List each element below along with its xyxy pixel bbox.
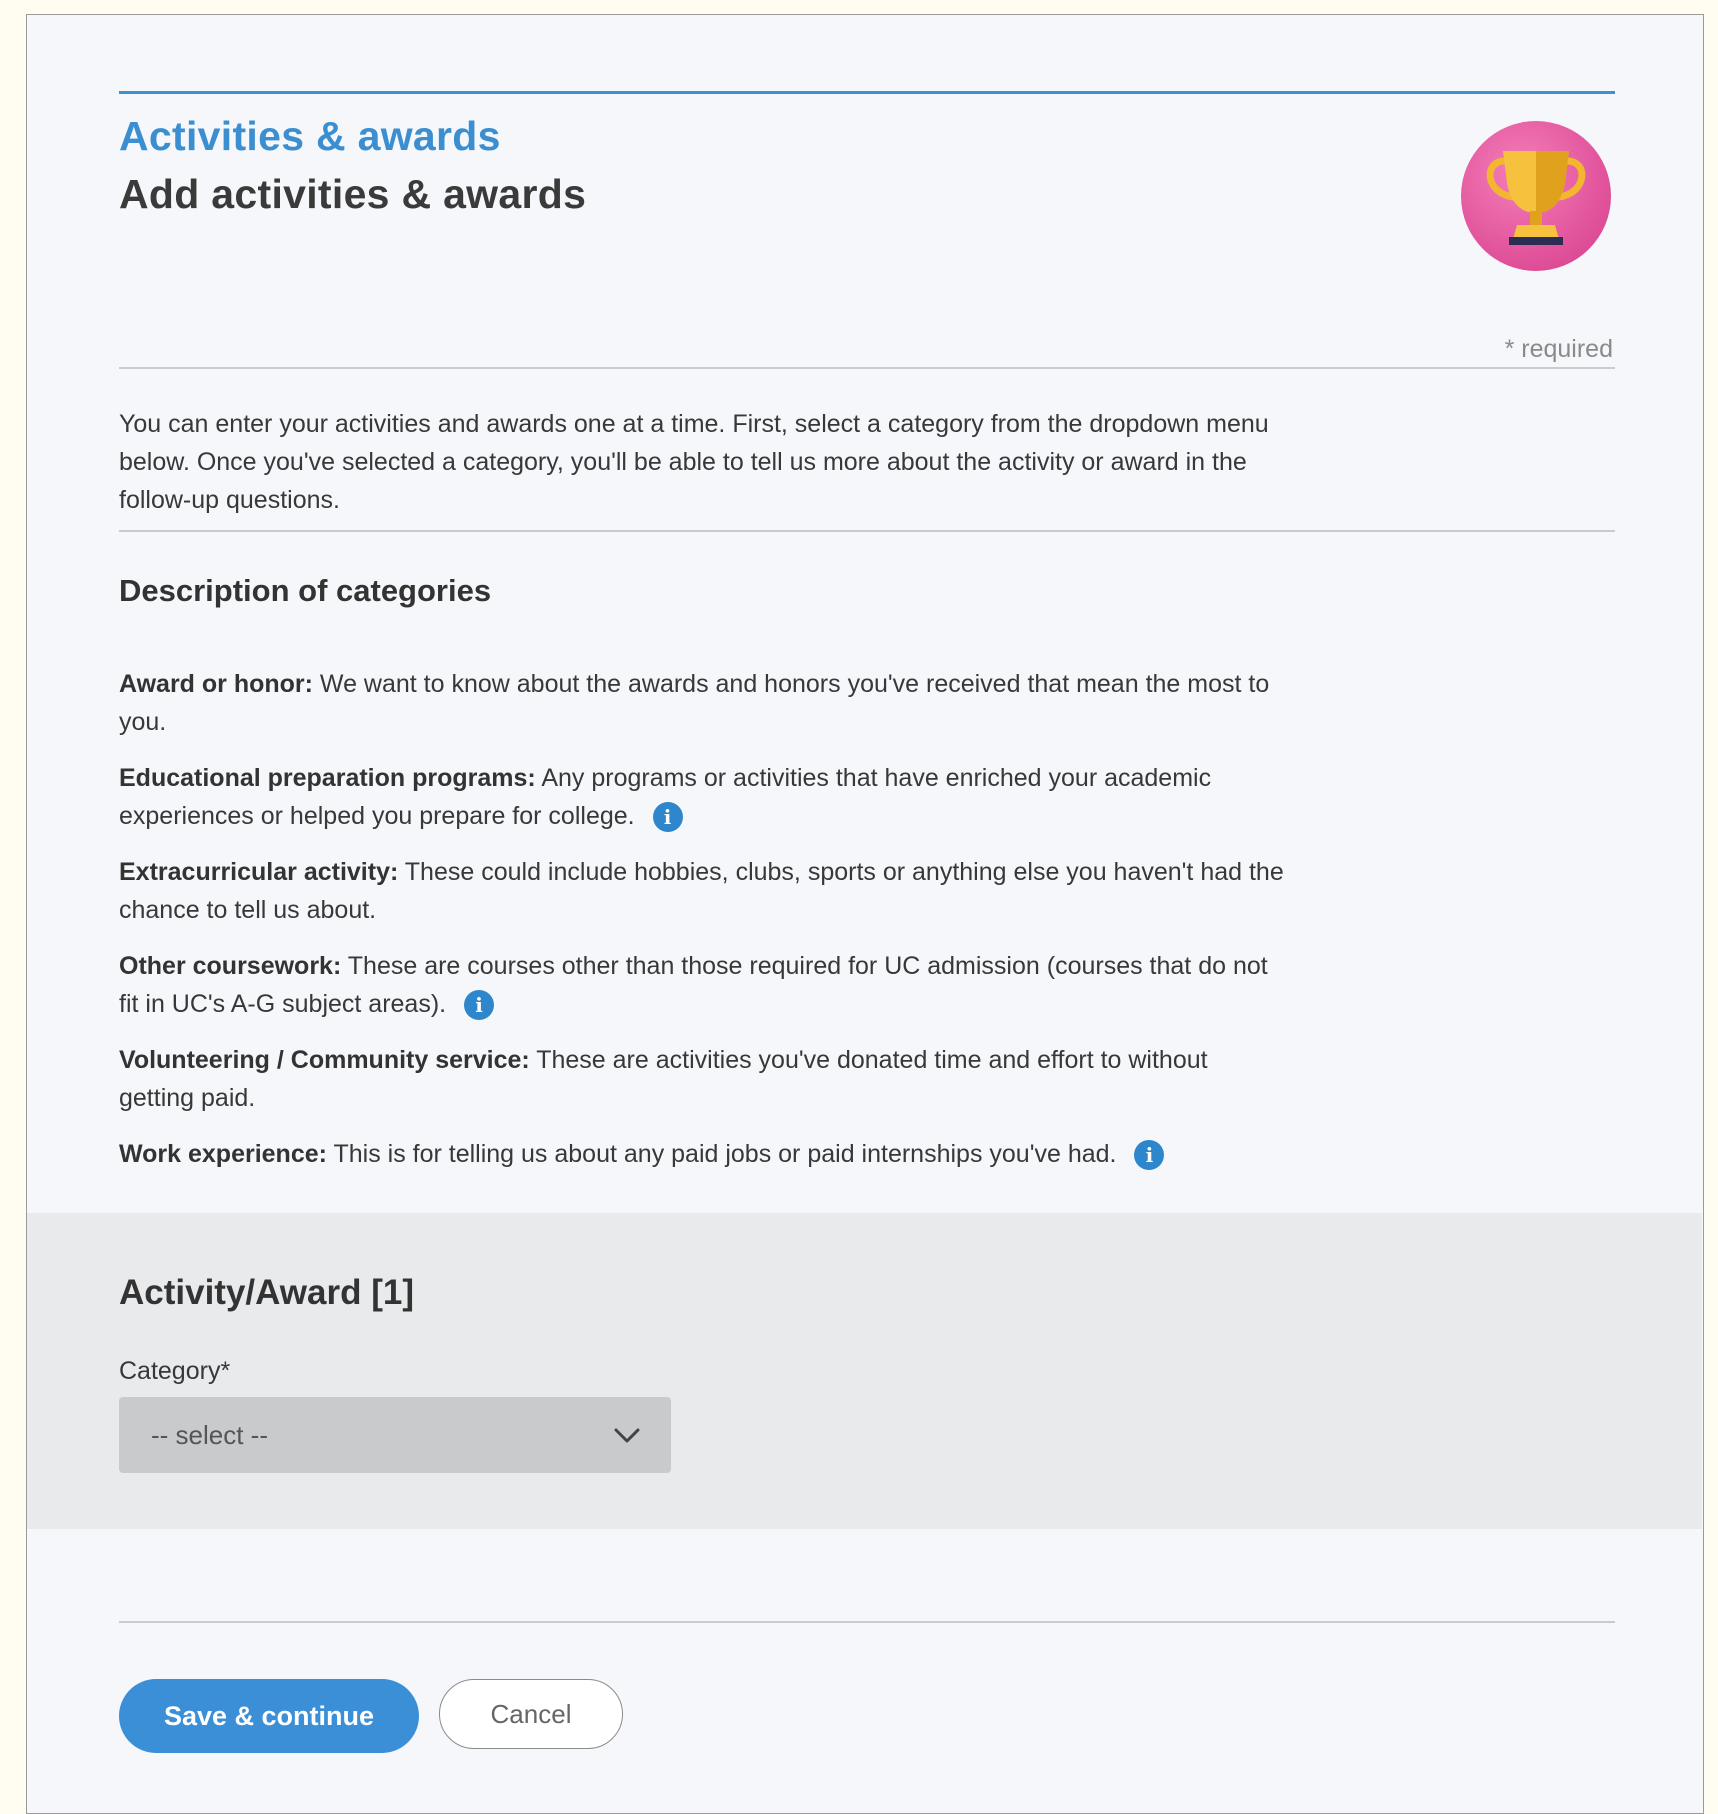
info-icon[interactable]: i	[464, 990, 495, 1021]
cancel-button[interactable]: Cancel	[439, 1679, 623, 1749]
chevron-down-icon	[614, 1428, 640, 1443]
category-extracurricular: Extracurricular activity: These could in…	[119, 853, 1289, 929]
info-icon[interactable]: i	[1134, 1140, 1165, 1171]
page-frame: Activities & awards Add activities & awa…	[26, 14, 1704, 1814]
save-continue-button[interactable]: Save & continue	[119, 1679, 419, 1753]
category-text: This is for telling us about any paid jo…	[326, 1140, 1117, 1168]
activity-title: Activity/Award [1]	[119, 1273, 414, 1312]
category-award-honor: Award or honor: We want to know about th…	[119, 665, 1289, 741]
category-term: Work experience:	[119, 1140, 327, 1168]
divider	[119, 1621, 1615, 1623]
category-select-value: -- select --	[151, 1419, 268, 1450]
divider	[119, 530, 1615, 532]
section-eyebrow: Activities & awards	[119, 113, 501, 159]
category-select[interactable]: -- select --	[119, 1397, 671, 1473]
required-note: * required	[1504, 335, 1613, 363]
info-icon[interactable]: i	[652, 802, 683, 833]
trophy-icon	[1461, 121, 1611, 271]
category-volunteering: Volunteering / Community service: These …	[119, 1041, 1289, 1117]
divider	[119, 367, 1615, 369]
header-accent-rule	[119, 91, 1615, 94]
category-educational-prep: Educational preparation programs: Any pr…	[119, 759, 1289, 835]
page-title: Add activities & awards	[119, 171, 587, 217]
category-term: Award or honor:	[119, 670, 313, 698]
category-term: Volunteering / Community service:	[119, 1046, 530, 1074]
category-term: Extracurricular activity:	[119, 858, 399, 886]
category-term: Other coursework:	[119, 952, 342, 980]
category-term: Educational preparation programs:	[119, 764, 536, 792]
category-label: Category*	[119, 1357, 231, 1385]
activity-panel: Activity/Award [1] Category* -- select -…	[27, 1213, 1702, 1529]
category-work-experience: Work experience: This is for telling us …	[119, 1135, 1289, 1173]
intro-text: You can enter your activities and awards…	[119, 410, 1269, 514]
descriptions-heading: Description of categories	[119, 573, 492, 608]
category-other-coursework: Other coursework: These are courses othe…	[119, 947, 1289, 1023]
category-descriptions: Award or honor: We want to know about th…	[119, 665, 1289, 1191]
